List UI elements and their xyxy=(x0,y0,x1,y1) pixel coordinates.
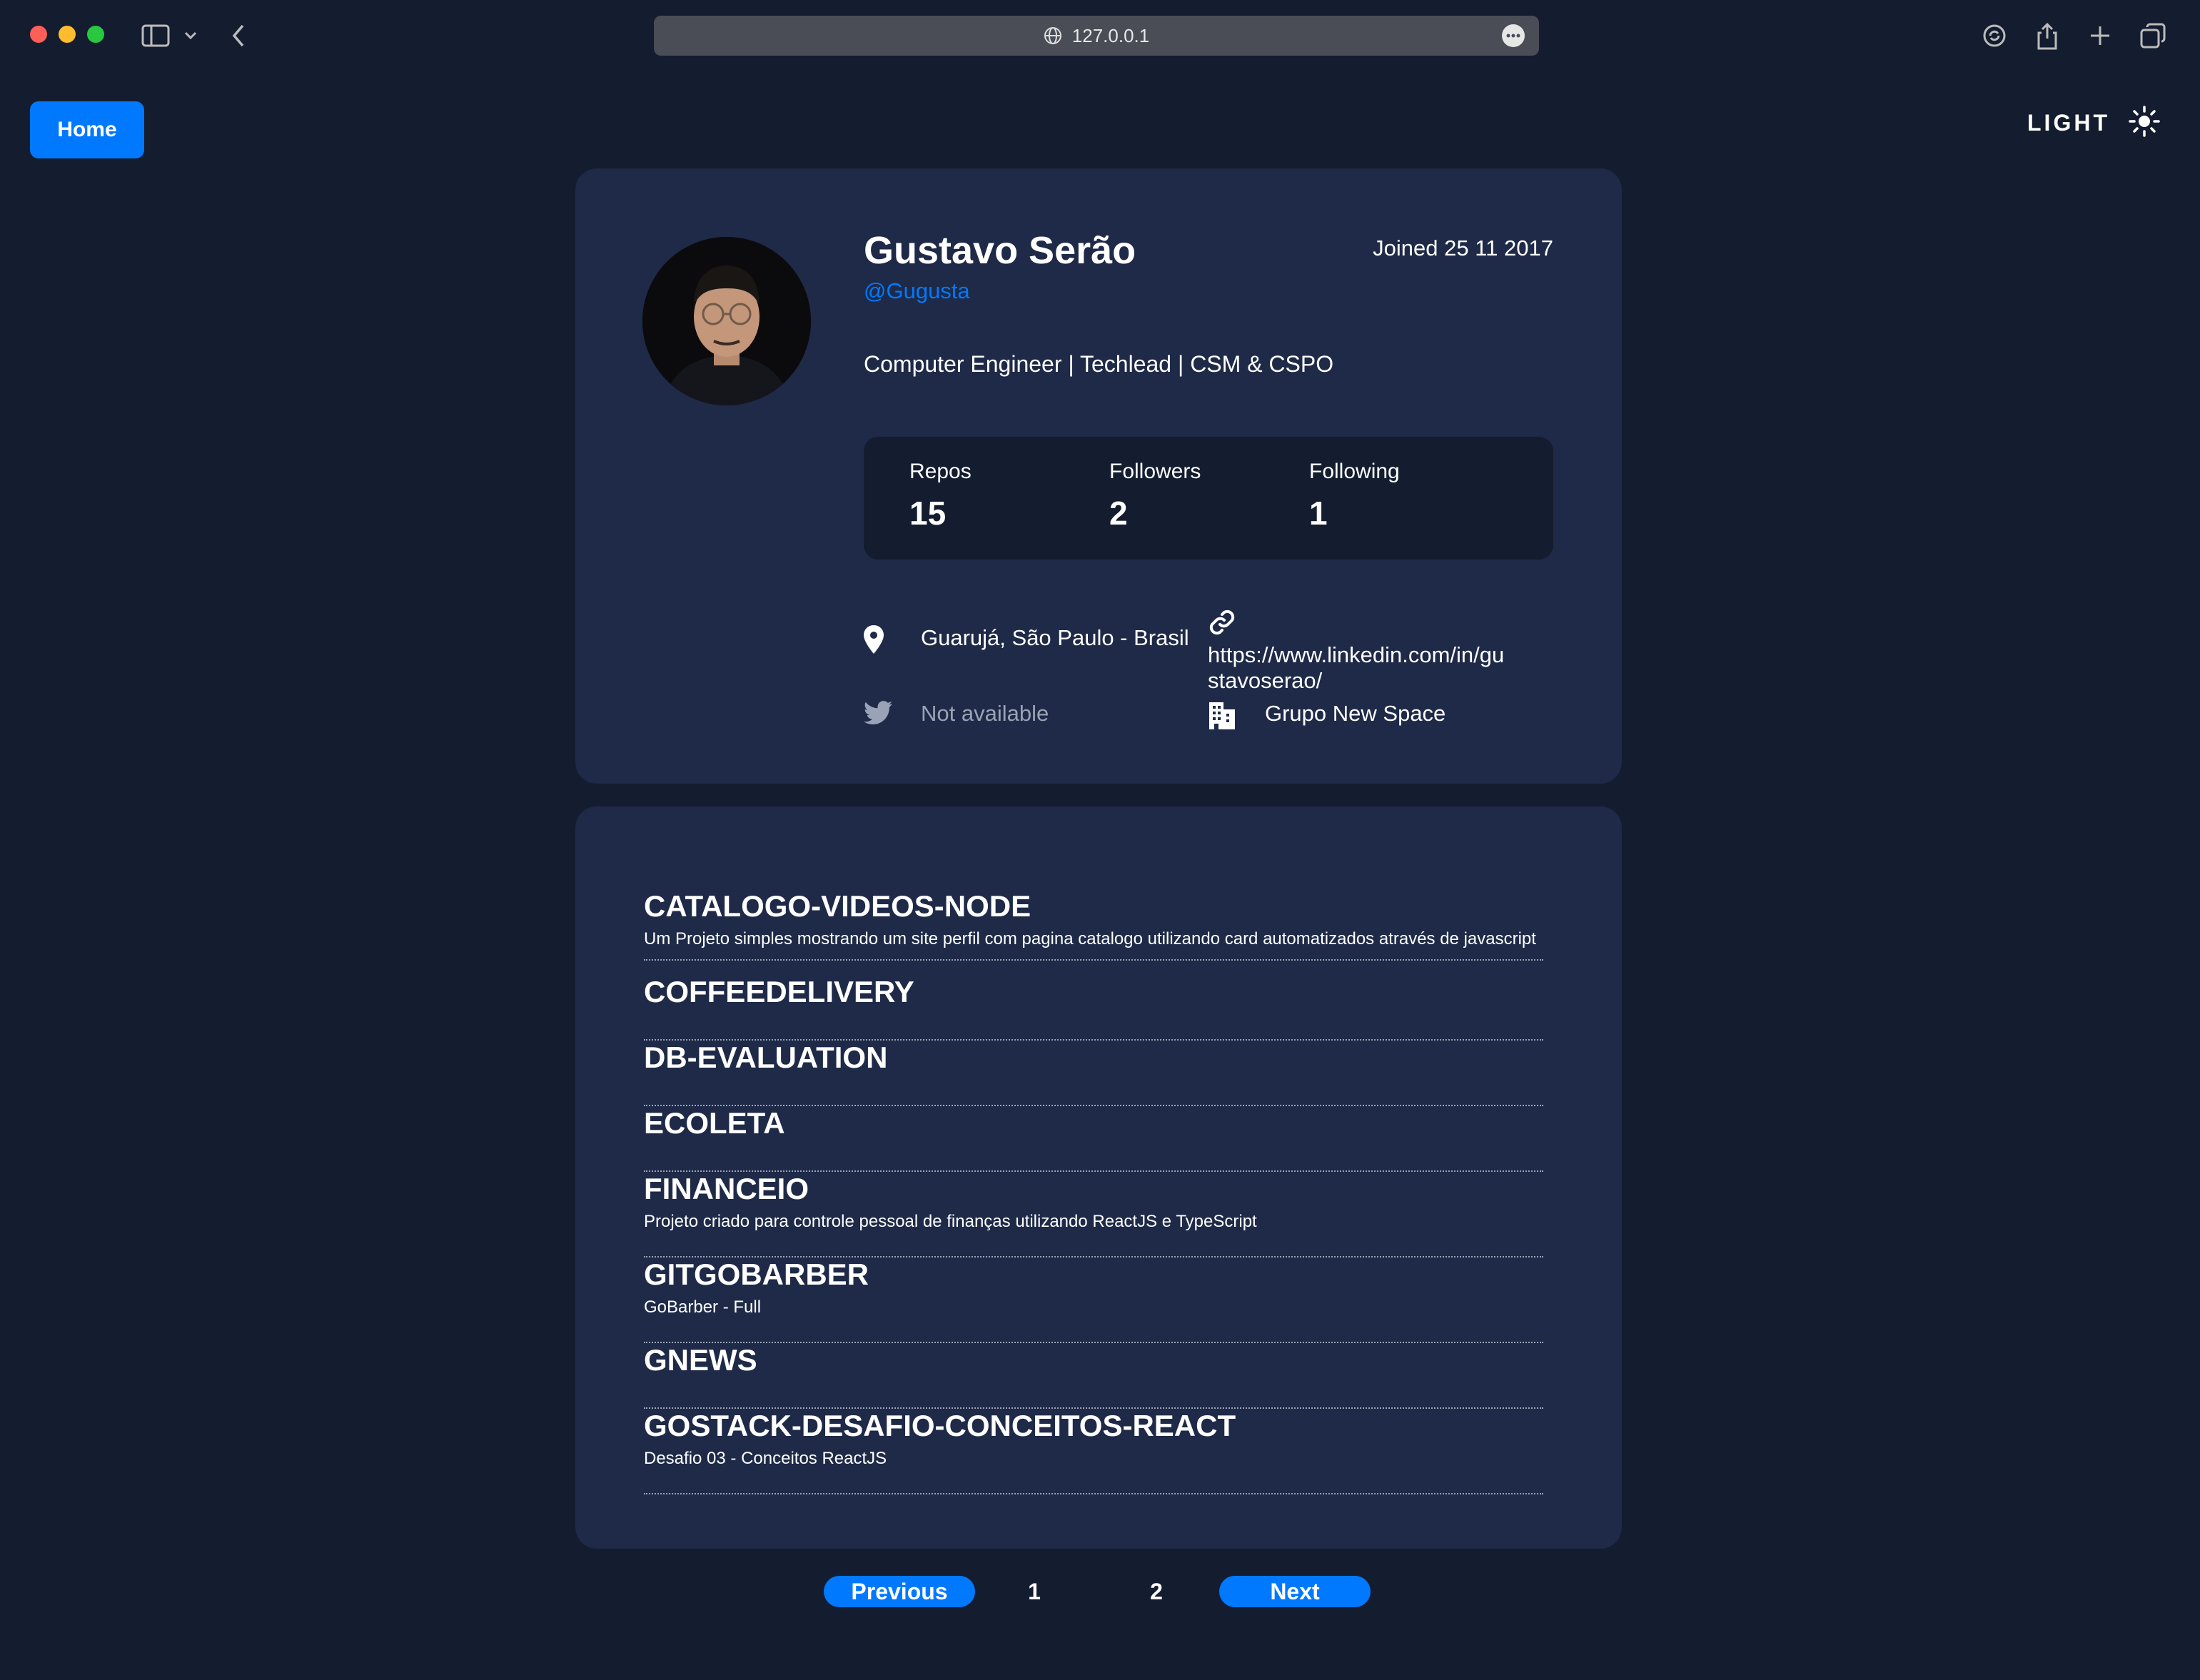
stat-label: Following xyxy=(1309,460,1400,483)
zoom-window-button[interactable] xyxy=(87,26,104,43)
stat-followers: Followers 2 xyxy=(1109,460,1201,532)
repo-name[interactable]: GITGOBARBER xyxy=(644,1258,1543,1292)
page-2-button[interactable]: 2 xyxy=(1135,1576,1178,1607)
avatar xyxy=(642,237,811,405)
browser-toolbar: 127.0.0.1 xyxy=(0,0,2200,69)
twitter-info: Not available xyxy=(864,701,1049,727)
back-icon[interactable] xyxy=(223,20,254,51)
repo-item[interactable]: GITGOBARBER GoBarber - Full xyxy=(644,1258,1543,1343)
repo-description: Um Projeto simples mostrando um site per… xyxy=(644,929,1536,948)
blog-info[interactable]: https://www.linkedin.com/in/gu stavosera… xyxy=(1208,608,1558,694)
repo-name[interactable]: ECOLETA xyxy=(644,1106,1543,1140)
repo-description: GoBarber - Full xyxy=(644,1297,762,1317)
company-info: Grupo New Space xyxy=(1208,701,1445,729)
twitter-icon xyxy=(864,701,921,725)
repo-name[interactable]: FINANCEIO xyxy=(644,1172,1543,1206)
globe-icon xyxy=(1044,26,1062,45)
repositories-card: CATALOGO-VIDEOS-NODE Um Projeto simples … xyxy=(575,806,1622,1549)
profile-login-link[interactable]: @Gugusta xyxy=(864,278,970,304)
stat-value: 2 xyxy=(1109,495,1128,532)
repo-description: Desafio 03 - Conceitos ReactJS xyxy=(644,1449,887,1468)
stat-value: 1 xyxy=(1309,495,1328,532)
profile-bio: Computer Engineer | Techlead | CSM & CSP… xyxy=(864,351,1334,377)
sun-icon xyxy=(2129,105,2160,141)
location-pin-icon xyxy=(864,625,921,654)
theme-label: LIGHT xyxy=(2027,109,2110,136)
home-button[interactable]: Home xyxy=(30,101,144,158)
sidebar-icon[interactable] xyxy=(140,20,171,51)
repo-item[interactable]: ECOLETA xyxy=(644,1106,1543,1172)
previous-page-button[interactable]: Previous xyxy=(824,1576,975,1607)
repo-name[interactable]: COFFEEDELIVERY xyxy=(644,975,1543,1009)
chevron-down-icon[interactable] xyxy=(178,20,203,51)
repo-item[interactable]: GNEWS xyxy=(644,1343,1543,1409)
repo-item[interactable]: COFFEEDELIVERY xyxy=(644,975,1543,1041)
page-1-button[interactable]: 1 xyxy=(1013,1576,1056,1607)
more-options-icon[interactable] xyxy=(1502,24,1525,47)
stat-label: Followers xyxy=(1109,460,1201,483)
minimize-window-button[interactable] xyxy=(59,26,76,43)
stat-value: 15 xyxy=(909,495,947,532)
url-text: 127.0.0.1 xyxy=(1071,24,1150,46)
repo-item[interactable]: DB-EVALUATION xyxy=(644,1041,1543,1106)
close-window-button[interactable] xyxy=(30,26,47,43)
repo-name[interactable]: CATALOGO-VIDEOS-NODE xyxy=(644,889,1543,924)
new-tab-icon[interactable] xyxy=(2084,20,2116,51)
repo-name[interactable]: GOSTACK-DESAFIO-CONCEITOS-REACT xyxy=(644,1409,1543,1443)
location-info: Guarujá, São Paulo - Brasil xyxy=(864,625,1189,654)
repo-item[interactable]: GOSTACK-DESAFIO-CONCEITOS-REACT Desafio … xyxy=(644,1409,1543,1494)
blog-link-part1[interactable]: https://www.linkedin.com/in/gu xyxy=(1208,642,1504,667)
tab-overview-icon[interactable] xyxy=(2137,20,2169,51)
company-text: Grupo New Space xyxy=(1265,701,1446,726)
joined-date: Joined 25 11 2017 xyxy=(1373,236,1553,260)
repo-item[interactable]: CATALOGO-VIDEOS-NODE Um Projeto simples … xyxy=(644,889,1543,961)
location-text: Guarujá, São Paulo - Brasil xyxy=(921,625,1189,650)
repo-name[interactable]: GNEWS xyxy=(644,1343,1543,1377)
repo-description: Projeto criado para controle pessoal de … xyxy=(644,1212,1257,1231)
building-icon xyxy=(1208,701,1265,729)
profile-name: Gustavo Serão xyxy=(864,229,1136,272)
next-page-button[interactable]: Next xyxy=(1219,1576,1371,1607)
theme-toggle[interactable]: LIGHT xyxy=(2027,101,2160,144)
repo-item[interactable]: FINANCEIO Projeto criado para controle p… xyxy=(644,1172,1543,1258)
profile-card: Gustavo Serão @Gugusta Joined 25 11 2017… xyxy=(575,168,1622,784)
repo-name[interactable]: DB-EVALUATION xyxy=(644,1041,1543,1075)
share-icon[interactable] xyxy=(2032,20,2063,51)
stat-repos: Repos 15 xyxy=(909,460,972,532)
twitter-text: Not available xyxy=(921,701,1049,726)
stat-label: Repos xyxy=(909,460,972,483)
stat-following: Following 1 xyxy=(1309,460,1400,532)
reload-icon[interactable] xyxy=(1979,20,2010,51)
link-icon xyxy=(1208,608,1265,642)
blog-link-part2[interactable]: stavoserao/ xyxy=(1208,668,1322,693)
address-bar[interactable]: 127.0.0.1 xyxy=(654,16,1539,56)
stats-panel: Repos 15 Followers 2 Following 1 xyxy=(864,437,1553,560)
